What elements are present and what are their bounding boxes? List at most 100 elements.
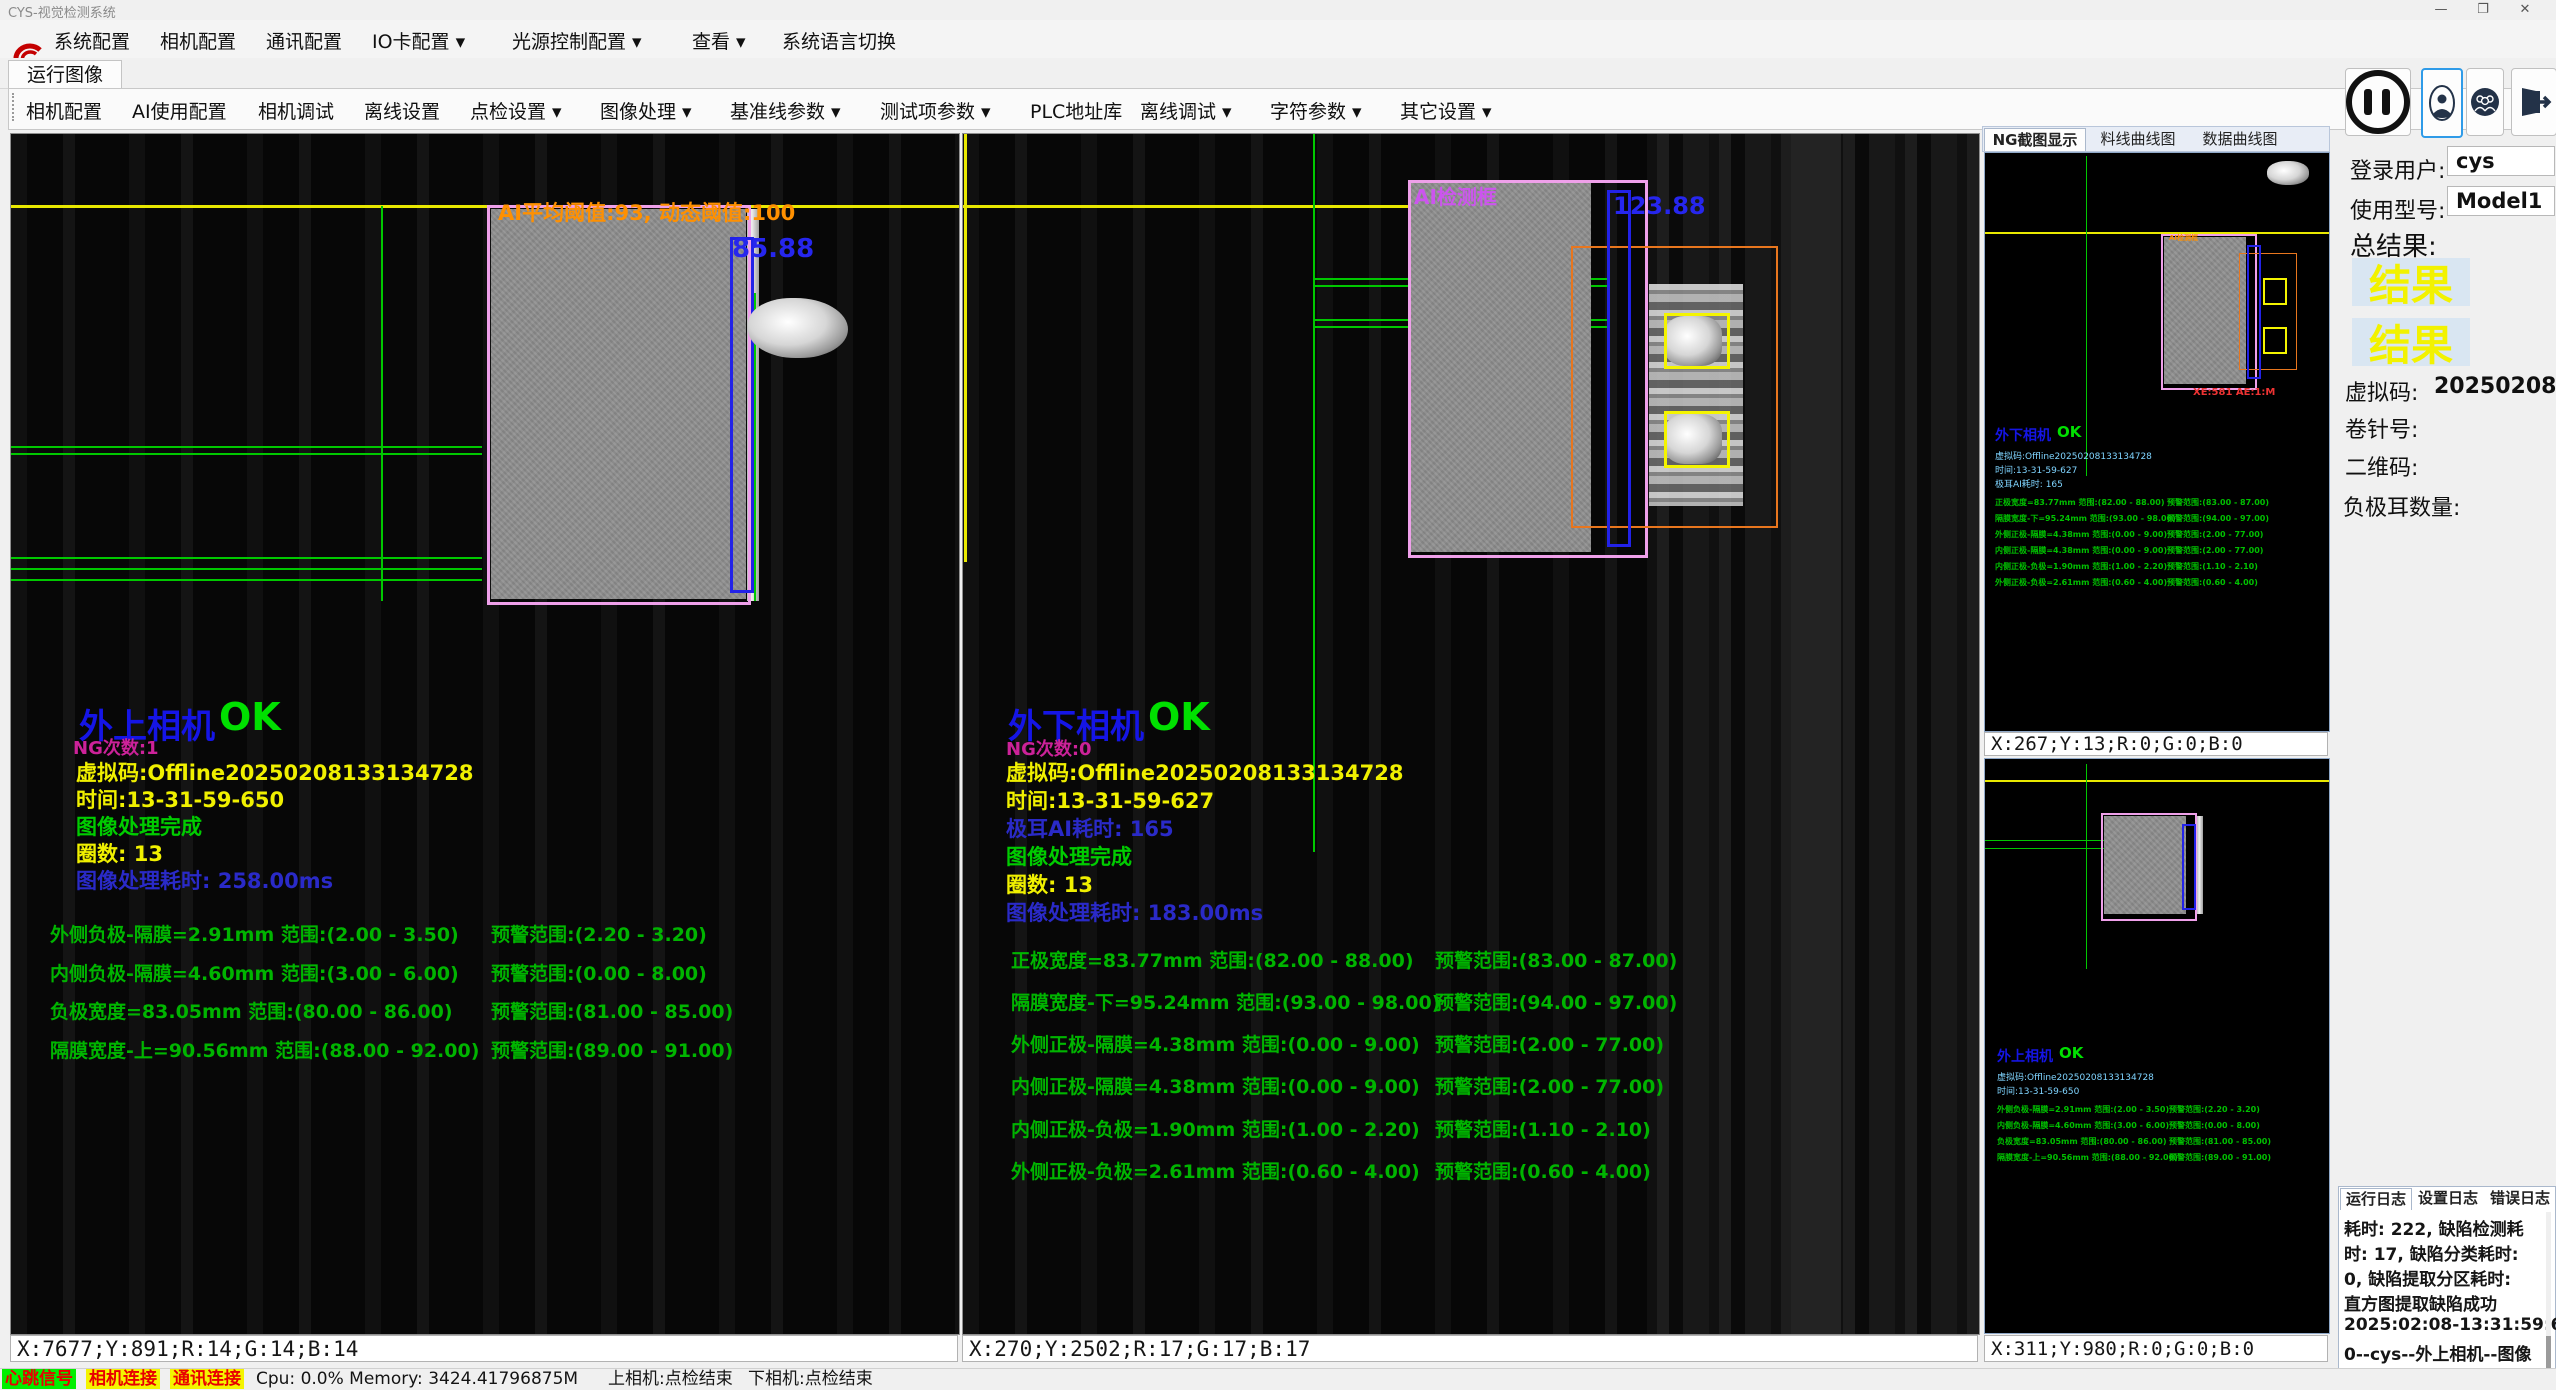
user-login-button[interactable] bbox=[2421, 68, 2463, 138]
right-elapsed: 图像处理耗时: 183.00ms bbox=[1006, 897, 1263, 927]
right-ai-elapsed: 极耳AI耗时: 165 bbox=[1006, 813, 1174, 843]
log-line: 耗时: 222, 缺陷检测耗 bbox=[2344, 1215, 2524, 1240]
right-camera-view[interactable]: AI检测框 123.88 外下相机 OK NG次数:0 虚拟码:Offline2… bbox=[962, 133, 1980, 1335]
preview2-title: 外上相机 bbox=[1997, 1046, 2053, 1066]
preview1-mini-row: 预警范围:(83.00 - 87.00) bbox=[2167, 497, 2269, 508]
menu-system-config[interactable]: 系统配置 bbox=[54, 27, 130, 54]
ng-preview-top[interactable]: AI检测框 XE:581 AE:1:M 外下相机 OK 虚拟码:Offline2… bbox=[1984, 152, 2330, 732]
right-warn-row: 预警范围:(1.10 - 2.10) bbox=[1435, 1115, 1651, 1142]
right-camera-ok: OK bbox=[1148, 695, 1210, 739]
pause-button[interactable] bbox=[2345, 68, 2411, 136]
model-label: 使用型号: bbox=[2350, 193, 2445, 225]
close-icon[interactable]: ✕ bbox=[2510, 0, 2540, 19]
preview2-mini-row: 负极宽度=83.05mm 范围:(80.00 - 86.00) bbox=[1997, 1136, 2166, 1147]
menu-light-config[interactable]: 光源控制配置 ▾ bbox=[512, 27, 642, 54]
preview2-mini-row: 预警范围:(89.00 - 91.00) bbox=[2169, 1152, 2271, 1163]
right-tab-box-yellow-2 bbox=[1664, 411, 1730, 468]
tool-baseline-params[interactable]: 基准线参数 ▾ bbox=[730, 97, 841, 124]
preview1-tag: XE:581 AE:1:M bbox=[2193, 387, 2275, 398]
menu-iocard-config[interactable]: IO卡配置 ▾ bbox=[372, 27, 465, 54]
preview2-baseline bbox=[1985, 780, 2329, 782]
exit-button[interactable] bbox=[2511, 68, 2556, 136]
preview1-ai-label: AI检测框 bbox=[2169, 233, 2198, 243]
right-measure-box-blue bbox=[1607, 190, 1631, 547]
tool-plc-address[interactable]: PLC地址库 bbox=[1030, 97, 1122, 124]
left-measure-row: 隔膜宽度-上=90.56mm 范围:(88.00 - 92.00) bbox=[50, 1036, 479, 1063]
anode-tab-count-label: 负极耳数量: bbox=[2343, 490, 2460, 522]
tool-test-params[interactable]: 测试项参数 ▾ bbox=[880, 97, 991, 124]
model-field[interactable]: Model1 bbox=[2447, 186, 2555, 216]
preview2-mini-row: 外侧负极-隔膜=2.91mm 范围:(2.00 - 3.50) bbox=[1997, 1104, 2169, 1115]
tool-char-params[interactable]: 字符参数 ▾ bbox=[1270, 97, 1362, 124]
preview1-mini-row: 内侧正极-隔膜=4.38mm 范围:(0.00 - 9.00) bbox=[1995, 545, 2167, 556]
preview1-blob bbox=[2267, 161, 2309, 185]
left-elapsed: 图像处理耗时: 258.00ms bbox=[76, 865, 333, 895]
toolbar-grip[interactable] bbox=[12, 93, 18, 121]
menu-view[interactable]: 查看 ▾ bbox=[692, 27, 746, 54]
left-measure-row: 外侧负极-隔膜=2.91mm 范围:(2.00 - 3.50) bbox=[50, 920, 459, 947]
tab-run-image[interactable]: 运行图像 bbox=[8, 60, 122, 89]
login-user-field[interactable]: cys bbox=[2447, 146, 2555, 176]
tab-run-log[interactable]: 运行日志 bbox=[2340, 1188, 2412, 1210]
left-guide-vline bbox=[381, 206, 383, 601]
tab-error-log[interactable]: 错误日志 bbox=[2486, 1188, 2554, 1209]
right-measure-row: 正极宽度=83.77mm 范围:(82.00 - 88.00) bbox=[1011, 946, 1414, 973]
tool-offline-debug[interactable]: 离线调试 ▾ bbox=[1140, 97, 1232, 124]
right-guide-vline bbox=[1313, 134, 1315, 852]
right-roller-band bbox=[1791, 134, 1841, 1334]
tab-setting-log[interactable]: 设置日志 bbox=[2414, 1188, 2482, 1209]
right-baseline-vyellow bbox=[964, 134, 967, 562]
left-camera-ok: OK bbox=[219, 695, 281, 739]
menu-comm-config[interactable]: 通讯配置 bbox=[266, 27, 342, 54]
right-measure-row: 隔膜宽度-下=95.24mm 范围:(93.00 - 98.00) bbox=[1011, 988, 1440, 1015]
maximize-icon[interactable]: ❐ bbox=[2468, 0, 2498, 19]
log-line: 2025:02:08-13:31:59:65 bbox=[2344, 1315, 2556, 1335]
preview1-yellow-1 bbox=[2263, 278, 2287, 305]
vcode-value: 20250208 bbox=[2434, 374, 2556, 399]
right-warn-row: 预警范围:(0.60 - 4.00) bbox=[1435, 1157, 1651, 1184]
menu-language-switch[interactable]: 系统语言切换 bbox=[782, 27, 896, 54]
preview1-mini-row: 预警范围:(1.10 - 2.10) bbox=[2167, 561, 2258, 572]
preview2-hline-1 bbox=[1985, 840, 2105, 841]
right-baseline-yellow bbox=[963, 205, 1409, 208]
right-vcode: 虚拟码:Offline20250208133134728 bbox=[1006, 757, 1403, 787]
left-guide-hline-2 bbox=[11, 453, 482, 455]
preview1-title: 外下相机 bbox=[1995, 425, 2051, 445]
minimize-icon[interactable]: — bbox=[2426, 0, 2456, 19]
tab-ng-screenshot[interactable]: NG截图显示 bbox=[1984, 128, 2086, 151]
left-pixel-coords: X:7677;Y:891;R:14;G:14;B:14 bbox=[10, 1335, 958, 1362]
tool-camera-debug[interactable]: 相机调试 bbox=[258, 97, 334, 124]
tool-camera-config[interactable]: 相机配置 bbox=[26, 97, 102, 124]
preview2-mini-line: 时间:13-31-59-650 bbox=[1997, 1084, 2079, 1097]
tool-offline-setting[interactable]: 离线设置 bbox=[364, 97, 440, 124]
left-time: 时间:13-31-59-650 bbox=[76, 784, 284, 814]
preview1-mini-row: 预警范围:(2.00 - 77.00) bbox=[2167, 529, 2263, 540]
tool-spotcheck[interactable]: 点检设置 ▾ bbox=[470, 97, 562, 124]
preview2-mini-row: 隔膜宽度-上=90.56mm 范围:(88.00 - 92.00) bbox=[1997, 1152, 2178, 1163]
preview2-mini-row: 预警范围:(0.00 - 8.00) bbox=[2169, 1120, 2260, 1131]
left-guide-hline-5 bbox=[11, 579, 482, 581]
tool-other-settings[interactable]: 其它设置 ▾ bbox=[1400, 97, 1492, 124]
left-warn-row: 预警范围:(81.00 - 85.00) bbox=[491, 997, 733, 1024]
tab-data-curve[interactable]: 数据曲线图 bbox=[2192, 128, 2288, 150]
ng-preview-bottom[interactable]: 外上相机 OK 虚拟码:Offline20250208133134728 时间:… bbox=[1984, 758, 2330, 1334]
right-ai-box-label: AI检测框 bbox=[1414, 181, 1497, 210]
left-camera-view[interactable]: AI平均阈值:93, 动态阈值:100 85.88 外上相机 OK NG次数:1… bbox=[10, 133, 960, 1335]
tool-ai-config[interactable]: AI使用配置 bbox=[132, 97, 227, 124]
preview1-mini-row: 隔膜宽度-下=95.24mm 范围:(93.00 - 98.00) bbox=[1995, 513, 2176, 524]
pause-icon bbox=[2346, 70, 2410, 134]
users-group-icon bbox=[2470, 87, 2500, 117]
menu-camera-config[interactable]: 相机配置 bbox=[160, 27, 236, 54]
preview2-mini-line: 虚拟码:Offline20250208133134728 bbox=[1997, 1070, 2154, 1083]
tool-image-process[interactable]: 图像处理 ▾ bbox=[600, 97, 692, 124]
left-width-value: 85.88 bbox=[732, 234, 814, 264]
tab-line-curve[interactable]: 料线曲线图 bbox=[2090, 128, 2186, 150]
right-pixel-coords: X:270;Y:2502;R:17;G:17;B:17 bbox=[962, 1335, 1978, 1362]
title-bar: CYS-视觉检测系统 — ❐ ✕ bbox=[0, 0, 2556, 20]
preview2-pixel-coords: X:311;Y:980;R:0;G:0;B:0 bbox=[1984, 1335, 2328, 1362]
left-guide-hline-4 bbox=[11, 568, 482, 570]
user-group-button[interactable] bbox=[2466, 68, 2504, 136]
right-warn-row: 预警范围:(83.00 - 87.00) bbox=[1435, 946, 1677, 973]
left-threshold-label: AI平均阈值:93, 动态阈值:100 bbox=[498, 197, 795, 227]
left-measure-row: 内侧负极-隔膜=4.60mm 范围:(3.00 - 6.00) bbox=[50, 959, 459, 986]
